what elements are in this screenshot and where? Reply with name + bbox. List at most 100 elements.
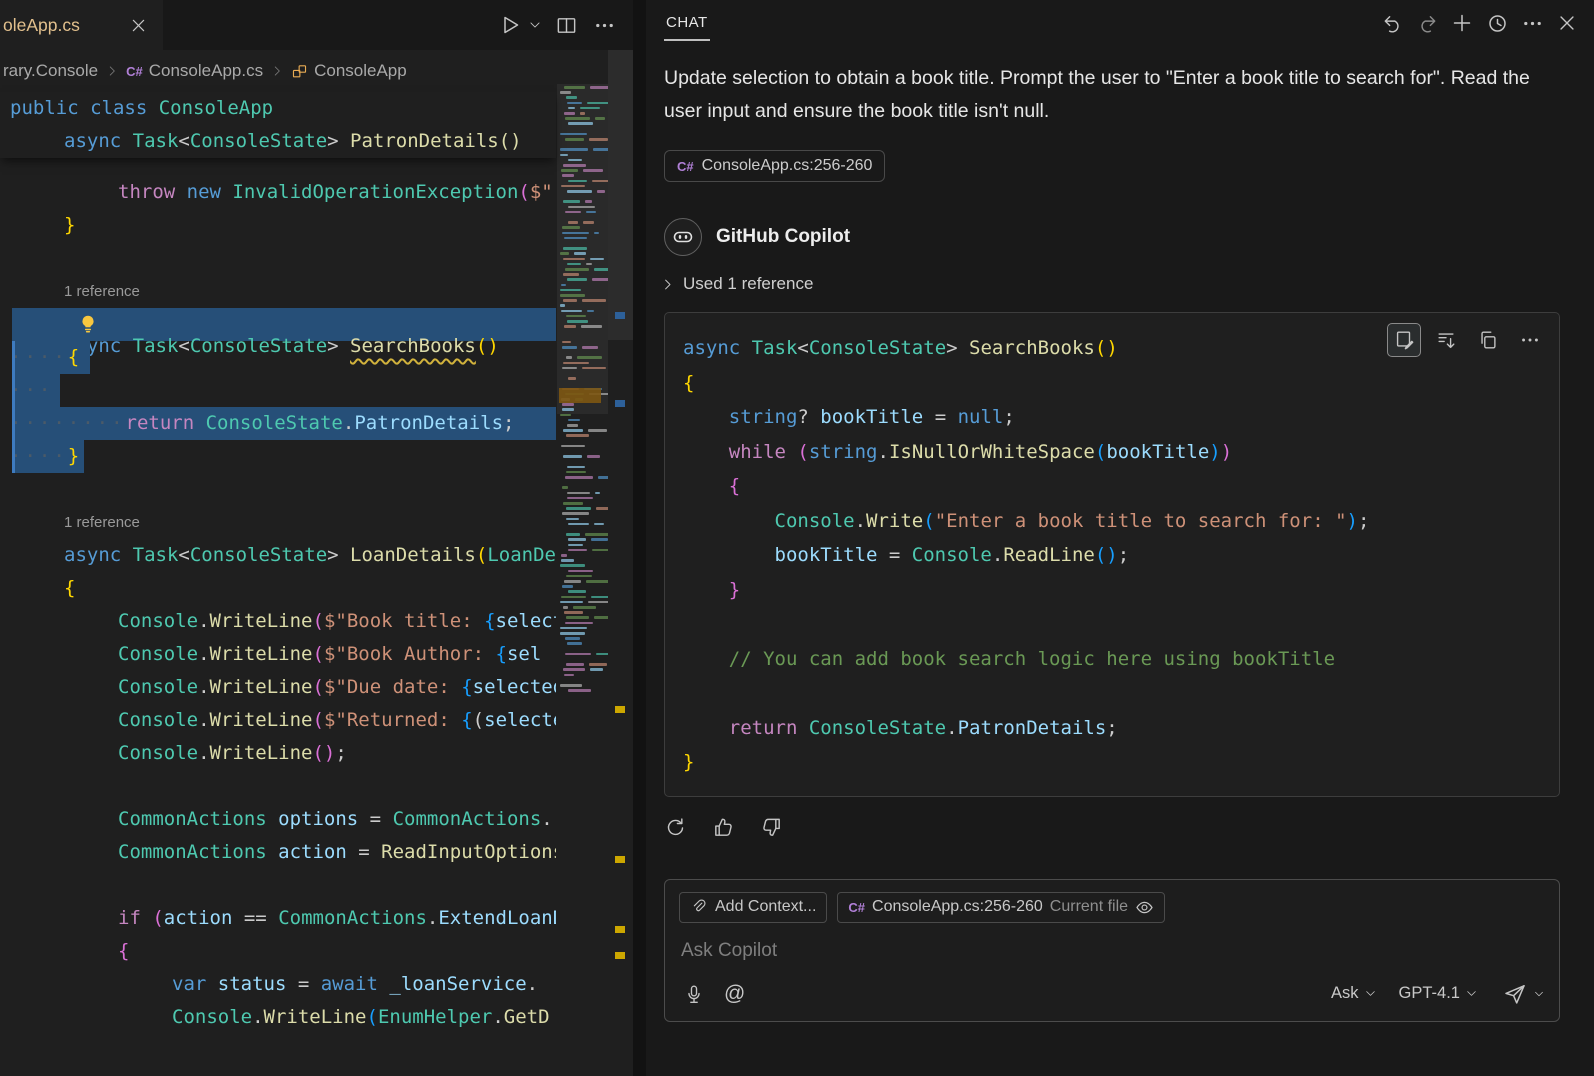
chevron-right-icon bbox=[105, 64, 119, 78]
sticky-scroll[interactable]: public class ConsoleAppasync Task<Consol… bbox=[0, 92, 556, 158]
code-line: while (string.IsNullOrWhiteSpace(bookTit… bbox=[683, 435, 1541, 470]
new-chat-icon[interactable] bbox=[1447, 8, 1477, 38]
regenerate-icon[interactable] bbox=[660, 813, 690, 843]
tab-chat[interactable]: CHAT bbox=[664, 0, 710, 41]
code-line: { bbox=[683, 366, 1541, 401]
mention-icon[interactable]: @ bbox=[724, 983, 745, 1004]
code-line: async Task<ConsoleState> SearchBooks() bbox=[0, 308, 556, 341]
code-block-more-icon[interactable] bbox=[1513, 323, 1547, 357]
code-line: Console.WriteLine(); bbox=[0, 737, 556, 770]
code-line: async Task<ConsoleState> PatronDetails() bbox=[0, 125, 556, 158]
codelens-link[interactable]: 1 reference bbox=[0, 275, 556, 308]
code-line: ··· bbox=[0, 374, 556, 407]
overview-ruler[interactable] bbox=[608, 50, 633, 1076]
eye-icon[interactable] bbox=[1135, 898, 1154, 917]
redo-icon[interactable] bbox=[1412, 8, 1442, 38]
editor-more-actions-icon[interactable] bbox=[589, 10, 619, 40]
code-line: string? bookTitle = null; bbox=[683, 400, 1541, 435]
scrollbar-slider[interactable] bbox=[608, 50, 633, 340]
assistant-name: GitHub Copilot bbox=[716, 226, 850, 248]
chat-header-actions bbox=[1377, 0, 1582, 38]
tab-label: oleApp.cs bbox=[3, 15, 80, 36]
breadcrumb-symbol[interactable]: ConsoleApp bbox=[291, 61, 407, 81]
breadcrumb: rary.Console C# ConsoleApp.cs ConsoleApp bbox=[0, 50, 556, 92]
breadcrumb-project[interactable]: rary.Console bbox=[3, 61, 98, 81]
assistant-header: GitHub Copilot bbox=[664, 218, 1594, 256]
tab-consoleapp[interactable]: oleApp.cs bbox=[0, 0, 163, 50]
chat-more-actions-icon[interactable] bbox=[1517, 8, 1547, 38]
copilot-logo-icon bbox=[671, 225, 695, 249]
thumbs-up-icon[interactable] bbox=[708, 813, 738, 843]
chat-input[interactable]: Ask Copilot bbox=[681, 940, 1543, 962]
code-line: Console.WriteLine($"Returned: {(selected bbox=[0, 704, 556, 737]
model-dropdown[interactable]: GPT-4.1 bbox=[1399, 984, 1478, 1003]
code-line: { bbox=[683, 469, 1541, 504]
paperclip-icon bbox=[690, 898, 708, 916]
response-feedback-bar bbox=[660, 813, 1594, 843]
code-line: Console.WriteLine($"Due date: {selectedL bbox=[0, 671, 556, 704]
apply-in-editor-button[interactable] bbox=[1387, 323, 1421, 357]
insert-at-cursor-button[interactable] bbox=[1429, 323, 1463, 357]
context-reference-chip[interactable]: C# ConsoleApp.cs:256-260 bbox=[664, 150, 885, 182]
copilot-lightbulb-icon[interactable] bbox=[77, 313, 556, 335]
code-suggestion-block: async Task<ConsoleState> SearchBooks(){ … bbox=[664, 312, 1560, 797]
chevron-right-icon bbox=[660, 277, 675, 292]
send-dropdown-icon[interactable] bbox=[1533, 988, 1545, 1000]
add-context-button[interactable]: Add Context... bbox=[679, 892, 827, 923]
code-line: Console.WriteLine($"Book title: {selecte… bbox=[0, 605, 556, 638]
code-line bbox=[0, 242, 556, 275]
editor-pane: oleApp.cs rary.Console C# ConsoleApp.cs bbox=[0, 0, 633, 1076]
code-line bbox=[683, 676, 1541, 711]
code-line: Console.WriteLine(EnumHelper.GetD bbox=[0, 1001, 556, 1034]
copilot-avatar bbox=[664, 218, 702, 256]
send-button[interactable] bbox=[1500, 979, 1530, 1009]
tab-close-icon[interactable] bbox=[123, 10, 153, 40]
code-line: return ConsoleState.PatronDetails; bbox=[683, 711, 1541, 746]
run-button[interactable] bbox=[495, 10, 525, 40]
used-references-toggle[interactable]: Used 1 reference bbox=[660, 274, 1594, 294]
code-line: { bbox=[0, 572, 556, 605]
code-line bbox=[0, 770, 556, 803]
code-line: CommonActions action = ReadInputOptions( bbox=[0, 836, 556, 869]
code-editor[interactable]: throw new InvalidOperationException($"}1… bbox=[0, 158, 556, 1076]
code-line: ········return ConsoleState.PatronDetail… bbox=[0, 407, 556, 440]
current-file-chip[interactable]: C# ConsoleApp.cs:256-260 Current file bbox=[837, 892, 1165, 923]
code-line: var status = await _loanService. bbox=[0, 968, 556, 1001]
chat-input-box[interactable]: Add Context... C# ConsoleApp.cs:256-260 … bbox=[664, 879, 1560, 1022]
chevron-right-icon bbox=[270, 64, 284, 78]
code-line: Console.Write("Enter a book title to sea… bbox=[683, 504, 1541, 539]
thumbs-down-icon[interactable] bbox=[756, 813, 786, 843]
code-line: async Task<ConsoleState> LoanDetails(Loa… bbox=[0, 539, 556, 572]
editor-actions bbox=[495, 10, 619, 40]
breadcrumb-file[interactable]: C# ConsoleApp.cs bbox=[126, 61, 263, 81]
user-message: Update selection to obtain a book title.… bbox=[664, 62, 1532, 128]
codelens-link[interactable]: 1 reference bbox=[0, 506, 556, 539]
chat-history-icon[interactable] bbox=[1482, 8, 1512, 38]
csharp-file-icon: C# bbox=[677, 160, 694, 173]
code-line: { bbox=[0, 935, 556, 968]
mode-dropdown[interactable]: Ask bbox=[1331, 984, 1377, 1003]
close-chat-icon[interactable] bbox=[1552, 8, 1582, 38]
code-line: public class ConsoleApp bbox=[0, 92, 556, 125]
code-line: if (action == CommonActions.ExtendLoanDu… bbox=[0, 902, 556, 935]
code-line: Console.WriteLine($"Book Author: {sel bbox=[0, 638, 556, 671]
code-block-toolbar bbox=[1387, 323, 1547, 357]
csharp-file-icon: C# bbox=[848, 901, 865, 914]
csharp-file-icon: C# bbox=[126, 65, 143, 78]
copilot-chat-pane: CHAT Update selection to obtain a book t… bbox=[646, 0, 1594, 1076]
code-line: } bbox=[683, 745, 1541, 780]
selection-gutter-bar bbox=[12, 341, 15, 473]
code-line: throw new InvalidOperationException($" bbox=[0, 176, 556, 209]
code-line bbox=[683, 607, 1541, 642]
code-line: bookTitle = Console.ReadLine(); bbox=[683, 538, 1541, 573]
chevron-down-icon bbox=[1364, 987, 1377, 1000]
split-editor-icon[interactable] bbox=[551, 10, 581, 40]
run-dropdown-icon[interactable] bbox=[527, 10, 543, 40]
mic-icon[interactable] bbox=[679, 979, 709, 1009]
copy-button[interactable] bbox=[1471, 323, 1505, 357]
minimap[interactable] bbox=[557, 50, 608, 1076]
code-line bbox=[0, 473, 556, 506]
chevron-down-icon bbox=[1465, 987, 1478, 1000]
code-line bbox=[0, 869, 556, 902]
undo-icon[interactable] bbox=[1377, 8, 1407, 38]
